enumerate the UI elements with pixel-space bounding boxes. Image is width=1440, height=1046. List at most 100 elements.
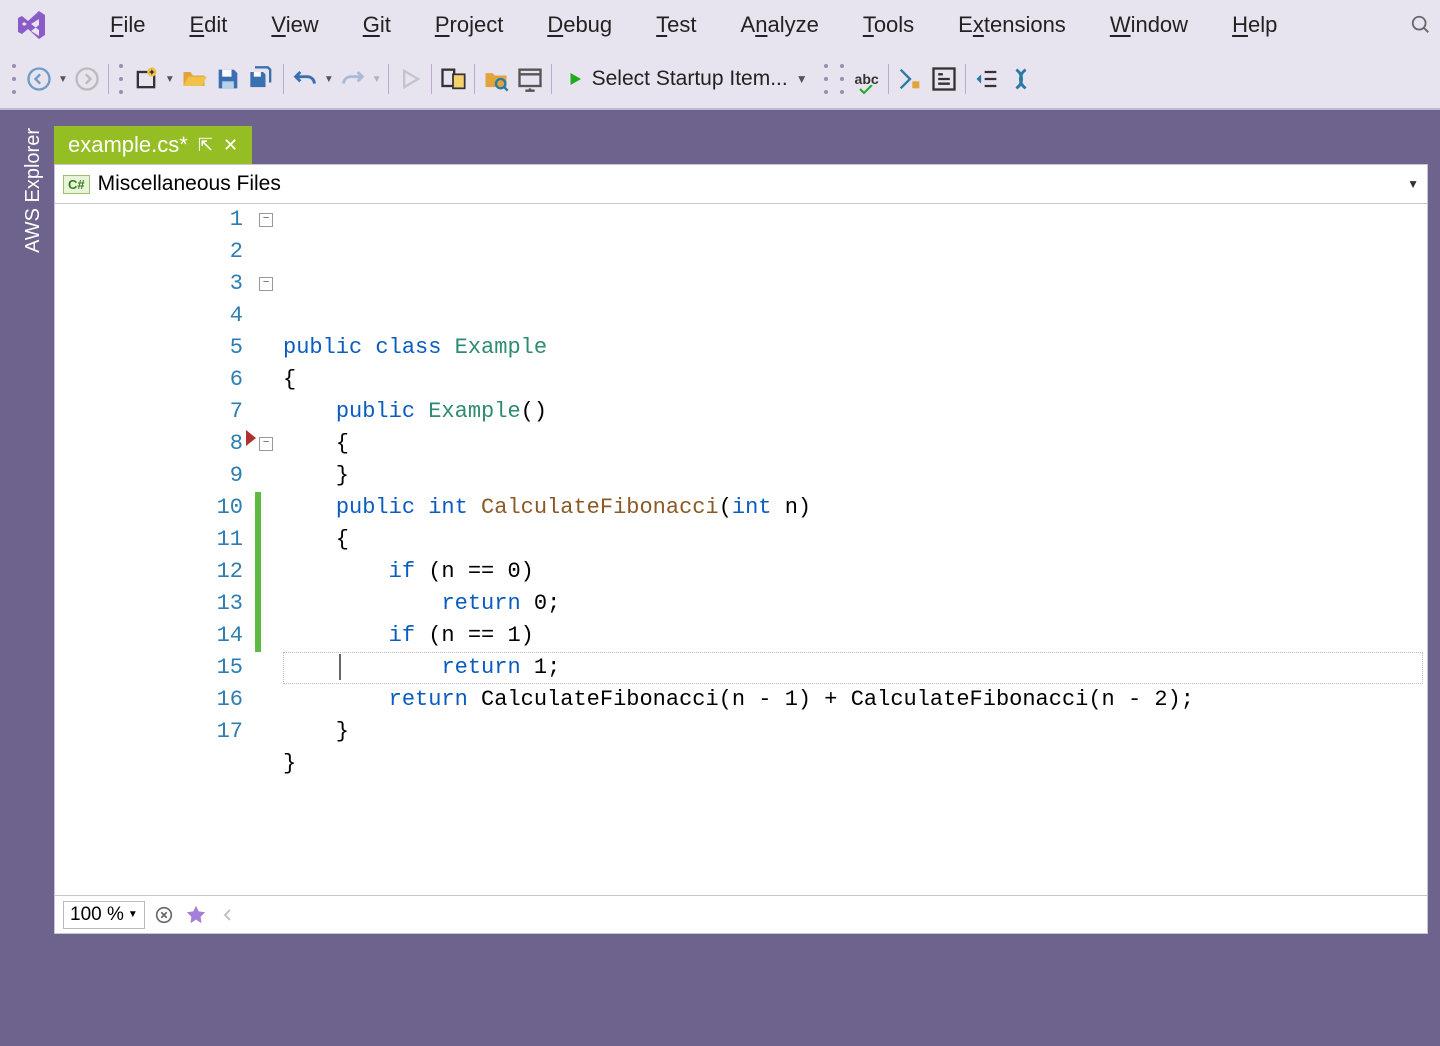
standard-toolbar: ▼ ✦ ▼ ▼ ▼ Select Startup xyxy=(0,50,1440,110)
nav-back-button[interactable] xyxy=(24,64,54,94)
text-cursor xyxy=(339,654,341,680)
toolbar-grip-icon[interactable] xyxy=(119,64,123,94)
menu-view[interactable]: View xyxy=(249,6,340,44)
code-line[interactable]: if (n == 0) xyxy=(283,556,1407,588)
line-number: 17 xyxy=(55,716,245,748)
outdent-button[interactable] xyxy=(972,64,1002,94)
ide-footer xyxy=(0,946,1440,1046)
menu-edit[interactable]: Edit xyxy=(167,6,249,44)
document-well: example.cs* ⇱ ✕ C# Miscellaneous Files ▼… xyxy=(54,124,1428,934)
menu-help[interactable]: Help xyxy=(1210,6,1299,44)
chevron-down-icon[interactable]: ▼ xyxy=(1407,177,1419,191)
navigation-bar[interactable]: C# Miscellaneous Files ▼ xyxy=(54,164,1428,204)
code-line[interactable]: } xyxy=(283,748,1407,780)
code-line[interactable]: { xyxy=(283,524,1407,556)
line-number-gutter: 1234567891011121314151617 xyxy=(55,204,255,895)
line-number: 7 xyxy=(55,396,245,428)
health-indicator-icon[interactable] xyxy=(151,902,177,928)
menu-test[interactable]: Test xyxy=(634,6,718,44)
separator xyxy=(965,64,966,94)
code-line[interactable]: } xyxy=(283,460,1407,492)
separator xyxy=(888,64,889,94)
menu-analyze[interactable]: Analyze xyxy=(719,6,841,44)
new-project-button[interactable]: ✦ xyxy=(131,64,161,94)
intellicode-icon[interactable] xyxy=(183,902,209,928)
line-number: 4 xyxy=(55,300,245,332)
menu-file[interactable]: File xyxy=(88,6,167,44)
code-line[interactable]: public int CalculateFibonacci(int n) xyxy=(283,492,1407,524)
close-tab-button[interactable]: ✕ xyxy=(223,135,238,156)
save-button[interactable] xyxy=(213,64,243,94)
code-editor[interactable]: 1234567891011121314151617 −−− public cla… xyxy=(54,204,1428,896)
code-line[interactable]: return 0; xyxy=(283,588,1407,620)
separator xyxy=(283,64,284,94)
line-number: 3 xyxy=(55,268,245,300)
toolbar-overflow-grip-icon[interactable] xyxy=(824,64,828,94)
line-number: 1 xyxy=(55,204,245,236)
menu-project[interactable]: Project xyxy=(413,6,525,44)
undo-button[interactable] xyxy=(290,64,320,94)
line-number: 12 xyxy=(55,556,245,588)
code-line[interactable]: if (n == 1) xyxy=(283,620,1407,652)
line-number: 5 xyxy=(55,332,245,364)
toolbar-grip-icon[interactable] xyxy=(840,64,844,94)
uncomment-button[interactable] xyxy=(1006,64,1036,94)
tab-title: example.cs* xyxy=(68,132,188,158)
line-number: 16 xyxy=(55,684,245,716)
line-number: 14 xyxy=(55,620,245,652)
tab-row: example.cs* ⇱ ✕ xyxy=(54,124,1428,164)
search-icon[interactable] xyxy=(1410,14,1432,36)
menu-window[interactable]: Window xyxy=(1088,6,1210,44)
start-debug-button[interactable] xyxy=(395,64,425,94)
find-in-files-button[interactable] xyxy=(481,64,511,94)
nav-forward-button[interactable] xyxy=(72,64,102,94)
line-number: 2 xyxy=(55,236,245,268)
menu-debug[interactable]: Debug xyxy=(525,6,634,44)
editor-status-bar: 100 % ▼ xyxy=(54,896,1428,934)
pin-tab-button[interactable]: ⇱ xyxy=(198,135,213,156)
line-number: 10 xyxy=(55,492,245,524)
file-tab-example-cs[interactable]: example.cs* ⇱ ✕ xyxy=(54,126,252,164)
open-folder-button[interactable] xyxy=(179,64,209,94)
zoom-dropdown[interactable]: 100 % ▼ xyxy=(63,901,145,929)
line-number: 6 xyxy=(55,364,245,396)
menu-tools[interactable]: Tools xyxy=(841,6,936,44)
startup-item-dropdown[interactable]: Select Startup Item... ▼ xyxy=(558,65,816,93)
browser-link-button[interactable] xyxy=(515,64,545,94)
code-content[interactable]: public class Example{ public Example() {… xyxy=(283,204,1427,895)
current-line-highlight xyxy=(283,652,1423,684)
line-number: 11 xyxy=(55,524,245,556)
separator xyxy=(388,64,389,94)
separator xyxy=(551,64,552,94)
fold-toggle-icon[interactable]: − xyxy=(259,437,273,451)
code-line[interactable]: { xyxy=(283,428,1407,460)
toolbar-grip-icon[interactable] xyxy=(12,64,16,94)
code-line[interactable]: } xyxy=(283,716,1407,748)
parameters-button[interactable] xyxy=(929,64,959,94)
attach-process-button[interactable] xyxy=(438,64,468,94)
separator xyxy=(431,64,432,94)
spellcheck-button[interactable]: abc xyxy=(852,64,882,94)
line-number: 15 xyxy=(55,652,245,684)
svg-text:✦: ✦ xyxy=(148,68,156,78)
save-all-button[interactable] xyxy=(247,64,277,94)
vs-logo-icon xyxy=(16,9,48,41)
fold-toggle-icon[interactable]: − xyxy=(259,277,273,291)
line-number: 13 xyxy=(55,588,245,620)
fold-column[interactable]: − − − xyxy=(255,204,283,895)
member-list-button[interactable] xyxy=(895,64,925,94)
left-arrow-icon[interactable] xyxy=(215,902,241,928)
code-line[interactable]: public Example() xyxy=(283,396,1407,428)
code-line[interactable]: return CalculateFibonacci(n - 1) + Calcu… xyxy=(283,684,1407,716)
menu-git[interactable]: Git xyxy=(341,6,413,44)
language-badge: C# xyxy=(63,175,90,194)
code-line[interactable]: public class Example xyxy=(283,332,1407,364)
redo-button[interactable] xyxy=(338,64,368,94)
code-line[interactable]: { xyxy=(283,364,1407,396)
menu-bar: FileEditViewGitProjectDebugTestAnalyzeTo… xyxy=(0,0,1440,50)
scope-label: Miscellaneous Files xyxy=(98,172,281,196)
menu-extensions[interactable]: Extensions xyxy=(936,6,1088,44)
separator xyxy=(474,64,475,94)
fold-toggle-icon[interactable]: − xyxy=(259,213,273,227)
aws-explorer-tab[interactable]: AWS Explorer xyxy=(12,124,54,934)
